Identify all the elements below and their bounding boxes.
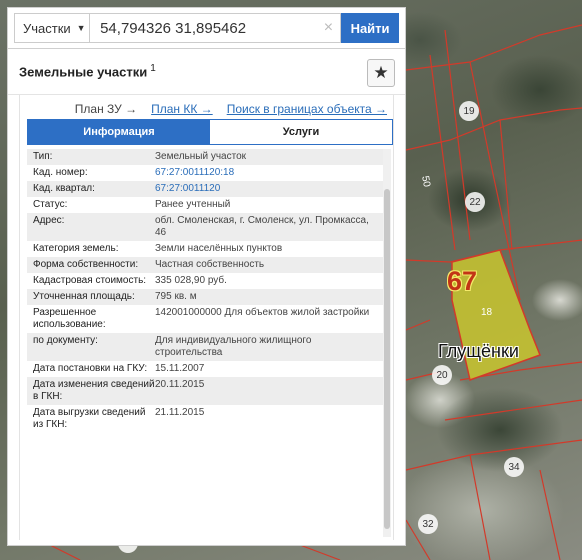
row-value: Для индивидуального жилищного строительс… [155,335,312,358]
plan-kk-link[interactable]: План КК → [151,102,213,116]
row-value: 142001000000 Для объектов жилой застройк… [155,307,370,318]
object-links: План ЗУ → План КК → Поиск в границах объ… [20,95,393,119]
object-card: План ЗУ → План КК → Поиск в границах объ… [19,95,394,540]
cadastral-number-link[interactable]: 67:27:0011120:18 [155,167,380,179]
row-key: Разрешенное использование: [33,307,106,330]
map-label: 32 [418,514,438,534]
row-key: Категория земель: [33,243,119,254]
row-key: Статус: [33,199,68,210]
star-icon: ★ [373,63,389,82]
info-tabs: Информация Услуги [27,119,393,145]
tab-services[interactable]: Услуги [210,120,392,144]
panel-title-text: Земельные участки [19,64,148,80]
parcel-number-label[interactable]: 67 [447,266,477,297]
row-key: Кадастровая стоимость: [33,275,147,286]
row-key: Дата выгрузки сведений из ГКН: [33,407,146,430]
scrollbar[interactable] [383,149,391,537]
chevron-down-icon: ▼ [76,23,86,33]
map-label: 19 [459,101,479,121]
row-value: 20.11.2015 [155,379,205,390]
table-row: Статус: Ранее учтенный [27,197,384,213]
row-key: по документу: [33,335,98,346]
table-row: Дата изменения сведений в ГКН: 20.11.2015 [27,377,384,405]
plan-zu-link[interactable]: План ЗУ → [75,102,137,116]
table-row: Категория земель: Земли населённых пункто… [27,241,384,257]
search-bar: Участки ▼ × Найти [7,7,406,49]
table-row: Адрес: обл. Смоленская, г. Смоленск, ул. … [27,213,384,241]
search-input-wrap: × [89,13,342,43]
row-value: 335 028,90 руб. [155,275,227,286]
road-label: 50 [419,175,432,188]
table-row: Кад. номер: 67:27:0011120:18 [27,165,384,181]
info-panel: Земельные участки 1 ★ План ЗУ → План КК →… [7,49,406,546]
search-input[interactable] [89,13,342,43]
row-value: 795 кв. м [155,291,197,302]
row-key: Кад. квартал: [33,183,95,194]
table-row: Кадастровая стоимость: 335 028,90 руб. [27,273,384,289]
table-row: Форма собственности: Частная собственност… [27,257,384,273]
search-button[interactable]: Найти [341,13,399,43]
attributes-table: Тип: Земельный участок Кад. номер: 67:27:0… [27,149,384,537]
cadastral-quarter-link[interactable]: 67:27:0011120 [155,183,380,195]
row-value: Земли населённых пунктов [155,243,283,254]
panel-title-count: 1 [150,63,156,74]
favorite-button[interactable]: ★ [367,59,395,87]
row-value: 21.11.2015 [155,407,205,418]
row-value: Ранее учтенный [155,199,231,210]
row-value: обл. Смоленская, г. Смоленск, ул. Промка… [155,215,369,238]
row-key: Адрес: [33,215,65,226]
village-label: Глущёнки [438,341,519,361]
table-row: Кад. квартал: 67:27:0011120 [27,181,384,197]
row-key: Дата постановки на ГКУ: [33,363,148,374]
table-row: по документу: Для индивидуального жилищно… [27,333,384,361]
table-row: Дата выгрузки сведений из ГКН: 21.11.2015 [27,405,384,433]
row-key: Уточненная площадь: [33,291,135,302]
table-row: Уточненная площадь: 795 кв. м [27,289,384,305]
table-row: Разрешенное использование: 142001000000 Д… [27,305,384,333]
map-label: 34 [504,457,524,477]
close-icon[interactable]: × [324,19,333,37]
search-scope-label: Участки [23,20,71,36]
map-label: 22 [465,192,485,212]
row-value: Частная собственность [155,259,265,270]
parcel-lot-label: 18 [481,307,493,318]
row-key: Тип: [33,151,53,162]
search-in-bounds-link[interactable]: Поиск в границах объекта → [227,102,387,116]
panel-header: Земельные участки 1 ★ [8,49,405,95]
row-value: 15.11.2007 [155,363,205,374]
row-value: Земельный участок [155,151,247,162]
row-key: Форма собственности: [33,259,139,270]
table-row: Тип: Земельный участок [27,149,384,165]
row-key: Кад. номер: [33,167,88,178]
scrollbar-thumb[interactable] [384,189,390,529]
search-scope-dropdown[interactable]: Участки ▼ [14,13,90,43]
row-key: Дата изменения сведений в ГКН: [33,379,155,402]
map-label: 20 [432,365,452,385]
tab-information[interactable]: Информация [28,120,210,144]
table-row: Дата постановки на ГКУ: 15.11.2007 [27,361,384,377]
panel-title: Земельные участки 1 [19,63,156,79]
